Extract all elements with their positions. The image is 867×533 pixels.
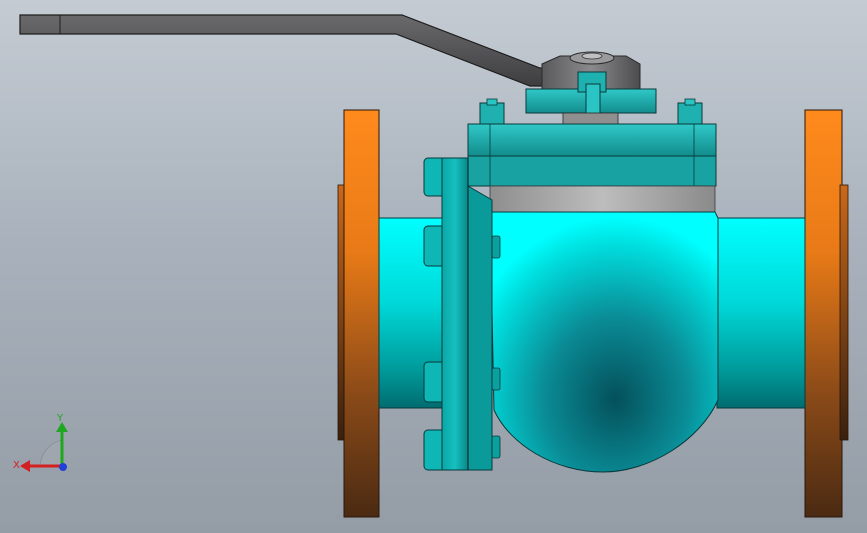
end-flange-left[interactable] <box>337 109 380 518</box>
end-pipe-right[interactable] <box>716 217 806 409</box>
x-arrow-icon <box>20 460 30 472</box>
valve-body[interactable] <box>489 211 719 473</box>
bonnet[interactable] <box>467 123 717 187</box>
reference-triad: Y X <box>13 413 68 472</box>
graphics-viewport[interactable]: Y X <box>0 0 867 533</box>
x-axis-label: X <box>13 460 20 471</box>
valve-3d-model[interactable] <box>0 0 867 533</box>
body-neck <box>489 185 716 215</box>
body-flange[interactable] <box>441 157 493 471</box>
z-axis-icon <box>59 463 67 471</box>
end-flange-right[interactable] <box>804 109 849 518</box>
lever-handle[interactable] <box>19 14 561 87</box>
triad-plane-icon <box>39 439 63 467</box>
y-axis-label: Y <box>56 413 64 424</box>
